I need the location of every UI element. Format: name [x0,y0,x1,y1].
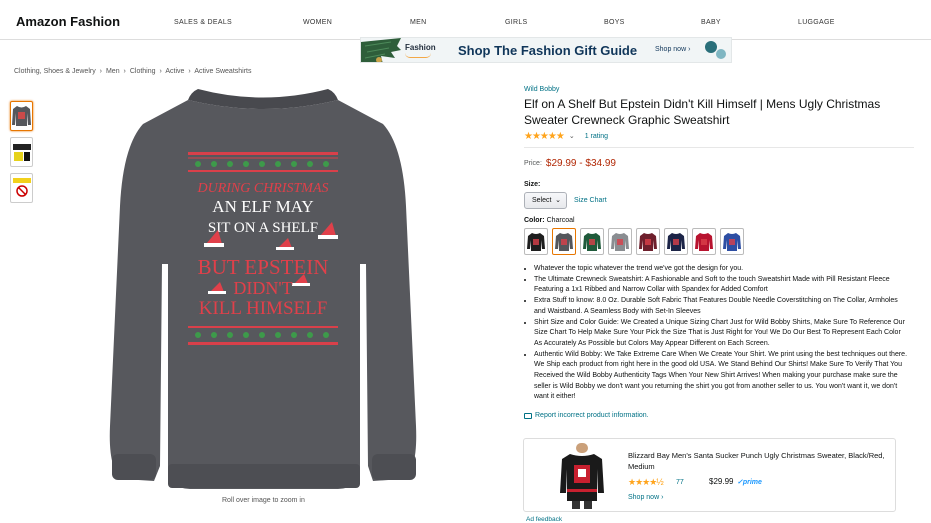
size-chart-link[interactable]: Size Chart [574,197,607,204]
print-line: KILL HIMSELF [199,298,328,319]
rating-row: ★★★★★ ⌄ 1 rating [524,130,914,142]
image-thumbnails [10,101,33,209]
nav-luggage[interactable]: LUGGAGE [798,19,835,26]
divider [524,147,914,148]
banner-headline: Shop The Fashion Gift Guide [458,43,638,58]
product-title: Elf on A Shelf But Epstein Didn't Kill H… [524,97,881,127]
breadcrumb-separator: › [99,68,103,75]
color-swatch[interactable] [720,228,744,255]
ad-shop-now-link[interactable]: Shop now › [628,494,663,501]
ad-price: $29.99 [709,477,734,486]
banner-logo-smile [405,53,431,58]
feature-bullet: Authentic Wild Bobby: We Take Extreme Ca… [534,350,909,404]
ornament-icon [716,49,726,59]
dropdown-caret-icon: ⌄ [555,197,561,204]
sponsored-product-ad[interactable]: Blizzard Bay Men's Santa Sucker Punch Ug… [523,438,896,512]
breadcrumb-separator: › [159,68,162,75]
print-line: AN ELF MAY [212,197,313,216]
report-link-text: Report incorrect product information. [535,412,649,420]
pine-branch-icon [361,38,401,62]
selected-color-value: Charcoal [546,217,575,224]
breadcrumb-clothing[interactable]: Clothing [130,68,156,75]
sweatshirt-swatch-icon [555,232,573,251]
main-product-image[interactable]: DURING CHRISTMAS AN ELF MAY SIT ON A SHE… [98,86,428,491]
nav-boys[interactable]: BOYS [604,19,625,26]
report-incorrect-info-link[interactable]: Report incorrect product information. [524,412,914,419]
top-navigation: Amazon Fashion SALES & DEALS WOMEN MEN G… [0,0,931,40]
color-swatch[interactable] [608,228,632,255]
price-label: Price: [524,160,542,167]
breadcrumb-active[interactable]: Active [165,68,184,75]
sweatshirt-swatch-icon [695,232,713,251]
sweatshirt-swatch-icon [611,232,629,251]
color-label-title: Color: [524,217,545,224]
sweatshirt-swatch-icon [723,232,741,251]
ratings-count-link[interactable]: 1 rating [585,133,608,140]
sweatshirt-swatch-icon [583,232,601,251]
ad-product-image[interactable] [558,443,606,509]
sweatshirt-thumbnail-icon [12,106,31,126]
print-line: DURING CHRISTMAS [196,181,328,196]
sweatshirt-swatch-icon [667,232,685,251]
feature-bullets: Whatever the topic whatever the trend we… [524,264,909,403]
ad-rating-count[interactable]: 77 [676,479,684,486]
color-swatch[interactable] [692,228,716,255]
product-details: Wild Bobby Elf on A Shelf But Epstein Di… [524,86,914,419]
thumbnail-authenticity[interactable] [10,173,33,203]
breadcrumb-separator: › [123,68,126,75]
color-swatch[interactable] [664,228,688,255]
size-select[interactable]: Select ⌄ [524,192,567,209]
ad-product-title[interactable]: Blizzard Bay Men's Santa Sucker Punch Ug… [628,450,888,472]
color-swatch[interactable] [552,228,576,255]
color-swatch[interactable] [524,228,548,255]
nav-baby[interactable]: BABY [701,19,721,26]
feature-bullet: Shirt Size and Color Guide: We Created a… [534,318,909,350]
breadcrumb: Clothing, Shoes & Jewelry › Men › Clothi… [14,68,254,75]
print-line: SIT ON A SHELF [208,220,318,236]
size-chart-thumbnail-icon [12,144,31,161]
size-row: Select ⌄ Size Chart [524,192,914,209]
sweatshirt-swatch-icon [639,232,657,251]
ornament-icon [705,41,717,53]
nav-women[interactable]: WOMEN [303,19,332,26]
size-select-value: Select [532,197,552,204]
thumbnail-sweatshirt[interactable] [10,101,33,131]
nav-sales-deals[interactable]: SALES & DEALS [174,19,232,26]
print-line: DIDN'T [233,278,292,298]
star-rating-icon[interactable]: ★★★★★ [524,131,565,142]
sweatshirt-swatch-icon [527,232,545,251]
breadcrumb-active-sweatshirts[interactable]: Active Sweatshirts [194,68,251,75]
price-row: Price: $29.99 - $34.99 [524,158,914,169]
feature-bullet: Extra Stuff to know: 8.0 Oz. Durable Sof… [534,296,909,317]
thumbnail-size-chart[interactable] [10,137,33,167]
color-swatch[interactable] [580,228,604,255]
fashion-gift-guide-banner[interactable]: Fashion Shop The Fashion Gift Guide Shop… [360,37,732,63]
feature-bullet: Whatever the topic whatever the trend we… [534,264,909,275]
banner-shop-now-link[interactable]: Shop now › [655,46,690,53]
color-swatches [524,228,914,255]
ad-feedback-link[interactable]: Ad feedback [526,516,562,523]
zoom-hint: Roll over image to zoom in [222,497,305,504]
color-swatch[interactable] [636,228,660,255]
prime-badge-icon: ✓prime [737,479,762,486]
print-line: BUT EPSTEIN [198,255,329,279]
ad-star-rating-icon: ★★★★½ [628,477,664,487]
breadcrumb-clothing-shoes-jewelry[interactable]: Clothing, Shoes & Jewelry [14,68,96,75]
price-range: $29.99 - $34.99 [545,158,616,169]
amazon-fashion-logo[interactable]: Amazon Fashion [16,14,120,29]
banner-logo: Fashion [405,43,436,52]
feature-bullet: The Ultimate Crewneck Sweatshirt: A Fash… [534,275,909,296]
speech-bubble-icon [524,412,532,419]
authenticity-thumbnail-icon [12,178,31,197]
breadcrumb-men[interactable]: Men [106,68,120,75]
breadcrumb-separator: › [188,68,191,75]
size-label: Size: [524,181,541,188]
chevron-down-icon[interactable]: ⌄ [569,132,575,140]
color-label: Color: Charcoal [524,217,914,224]
nav-girls[interactable]: GIRLS [505,19,528,26]
nav-men[interactable]: MEN [410,19,426,26]
brand-link[interactable]: Wild Bobby [524,86,914,93]
